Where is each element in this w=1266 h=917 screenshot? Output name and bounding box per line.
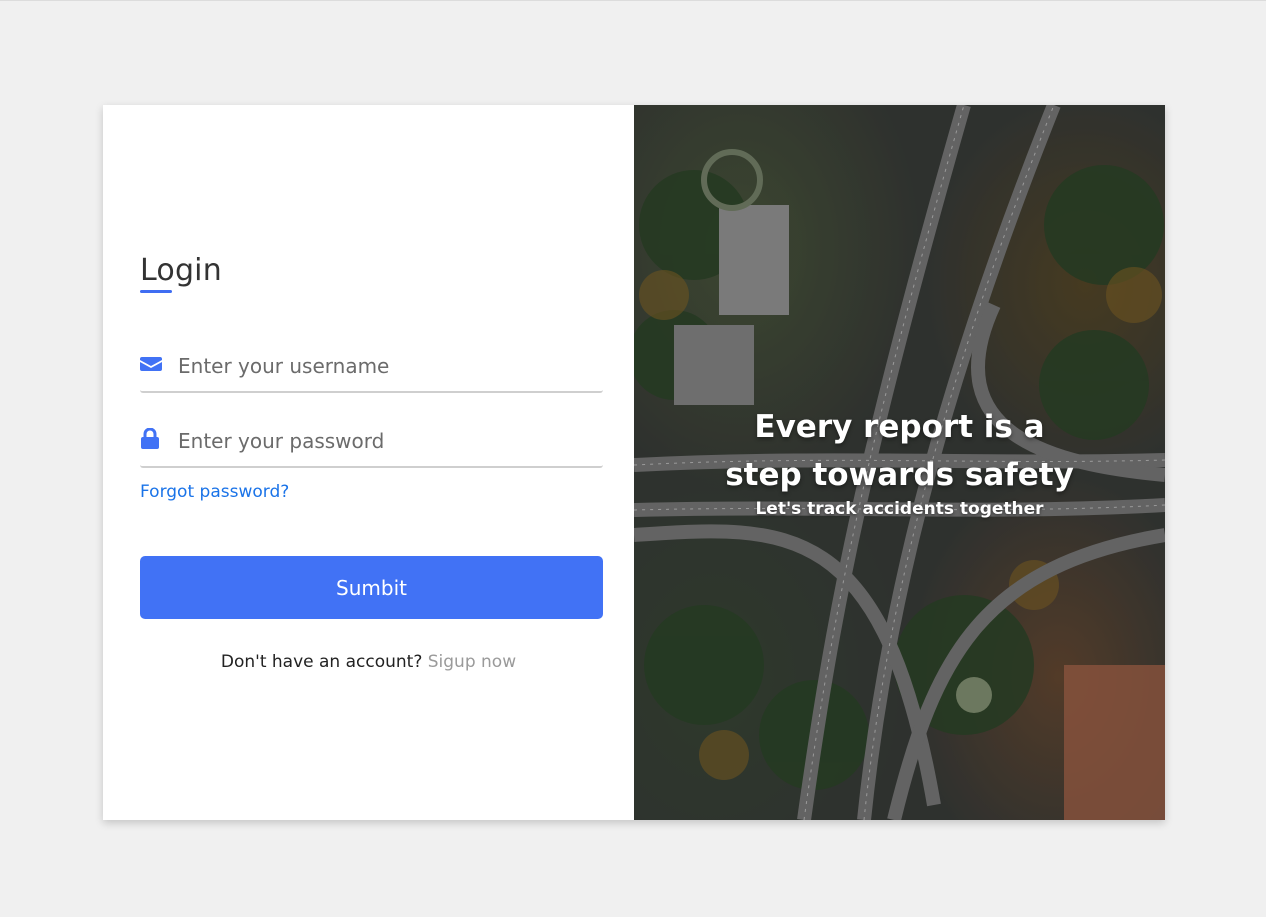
title-underline	[140, 290, 172, 293]
password-input[interactable]	[178, 424, 598, 458]
envelope-icon	[140, 353, 162, 373]
forgot-password-link[interactable]: Forgot password?	[140, 482, 289, 502]
top-divider	[0, 0, 1266, 1]
hero-image: Every report is a step towards safety Le…	[634, 105, 1165, 820]
signup-link[interactable]: Sigup now	[428, 652, 516, 672]
hero-subline: Let's track accidents together	[755, 499, 1044, 519]
signup-prompt: Don't have an account?	[220, 652, 423, 672]
hero-headline: Every report is a step towards safety	[634, 403, 1165, 499]
submit-button[interactable]: Sumbit	[140, 556, 603, 619]
login-card: Login Forgot password? Sumbit	[103, 105, 1165, 820]
username-input[interactable]	[178, 349, 598, 383]
page-title: Login	[140, 253, 222, 288]
hero-headline-line1: Every report is a	[754, 409, 1045, 445]
username-field	[140, 349, 603, 393]
hero-headline-line2: step towards safety	[725, 457, 1074, 493]
lock-icon	[140, 427, 160, 449]
signup-row: Don't have an account? Sigup now	[103, 652, 634, 672]
login-form: Login Forgot password? Sumbit	[103, 105, 634, 820]
password-field	[140, 424, 603, 468]
